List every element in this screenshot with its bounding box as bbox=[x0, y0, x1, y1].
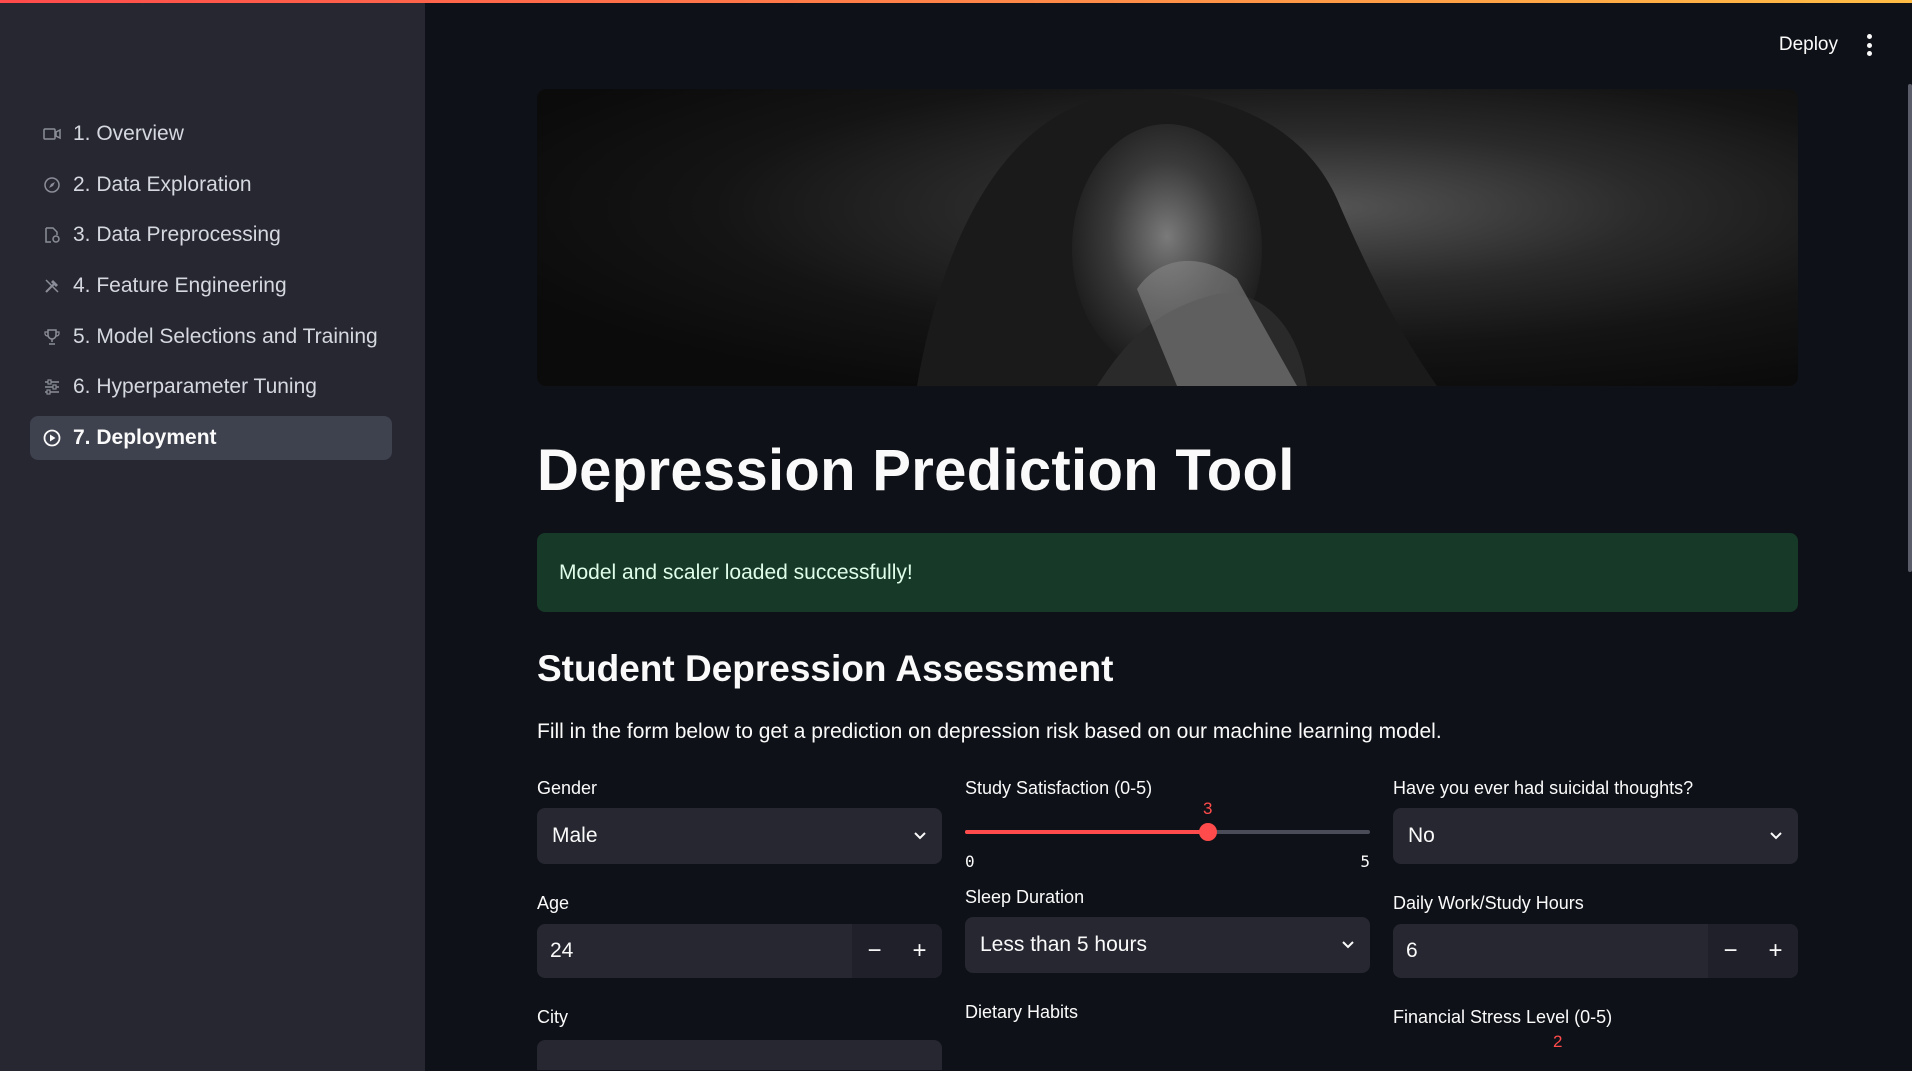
sleep-duration-label: Sleep Duration bbox=[965, 887, 1085, 907]
financial-stress-label: Financial Stress Level (0-5) bbox=[1393, 1007, 1613, 1027]
sidebar-item-label: 7. Deployment bbox=[73, 426, 217, 450]
gender-select[interactable]: Male bbox=[537, 808, 942, 864]
age-value[interactable]: 24 bbox=[537, 939, 852, 963]
page-title: Depression Prediction Tool bbox=[537, 438, 1295, 503]
sidebar-item-data-preprocessing[interactable]: 3. Data Preprocessing bbox=[30, 213, 392, 257]
decrement-button[interactable]: − bbox=[1708, 924, 1753, 978]
chevron-down-icon bbox=[914, 832, 926, 840]
success-alert: Model and scaler loaded successfully! bbox=[537, 533, 1798, 612]
sleep-duration-select[interactable]: Less than 5 hours bbox=[965, 917, 1370, 973]
section-subtitle: Student Depression Assessment bbox=[537, 648, 1114, 689]
city-select[interactable] bbox=[537, 1040, 942, 1070]
video-icon bbox=[42, 124, 62, 144]
sidebar-nav: 1. Overview 2. Data Exploration 3. Data … bbox=[30, 112, 392, 467]
form-column-3: Have you ever had suicidal thoughts? No … bbox=[1393, 778, 1798, 1052]
sidebar-item-deployment[interactable]: 7. Deployment bbox=[30, 416, 392, 461]
decrement-button[interactable]: − bbox=[852, 924, 897, 978]
preprocess-icon bbox=[42, 225, 62, 245]
hero-image bbox=[537, 89, 1798, 386]
sidebar-item-data-exploration[interactable]: 2. Data Exploration bbox=[30, 163, 392, 207]
increment-button[interactable]: + bbox=[1753, 924, 1798, 978]
slider-max-label: 5 bbox=[1360, 852, 1370, 871]
financial-stress-slider[interactable]: 2 bbox=[1393, 1032, 1798, 1052]
sidebar-item-label: 6. Hyperparameter Tuning bbox=[73, 375, 317, 399]
chevron-down-icon bbox=[1342, 941, 1354, 949]
age-label: Age bbox=[537, 893, 570, 913]
sidebar-item-label: 4. Feature Engineering bbox=[73, 274, 287, 298]
slider-current-value: 2 bbox=[1553, 1032, 1563, 1051]
sidebar-item-overview[interactable]: 1. Overview bbox=[30, 112, 392, 156]
increment-button[interactable]: + bbox=[897, 924, 942, 978]
sidebar: 1. Overview 2. Data Exploration 3. Data … bbox=[0, 0, 425, 1071]
tune-icon bbox=[42, 377, 62, 397]
slider-min-label: 0 bbox=[965, 852, 975, 871]
study-satisfaction-slider[interactable]: 3 0 5 bbox=[965, 799, 1370, 871]
work-hours-label: Daily Work/Study Hours bbox=[1393, 893, 1584, 913]
trophy-icon bbox=[42, 327, 62, 347]
gender-label: Gender bbox=[537, 778, 598, 798]
deploy-icon bbox=[42, 428, 62, 448]
chevron-down-icon bbox=[1770, 832, 1782, 840]
more-options-icon[interactable] bbox=[1866, 34, 1872, 56]
sidebar-item-label: 5. Model Selections and Training bbox=[73, 324, 378, 348]
form-column-1: Gender Male Age 24 − + City bbox=[537, 778, 942, 1070]
deploy-button[interactable]: Deploy bbox=[1779, 34, 1838, 56]
study-satisfaction-label: Study Satisfaction (0-5) bbox=[965, 778, 1153, 798]
suicidal-thoughts-label: Have you ever had suicidal thoughts? bbox=[1393, 778, 1694, 798]
slider-fill bbox=[965, 830, 1208, 834]
suicidal-thoughts-select[interactable]: No bbox=[1393, 808, 1798, 864]
top-decoration-bar bbox=[0, 0, 1912, 3]
sidebar-item-label: 3. Data Preprocessing bbox=[73, 223, 281, 247]
suicidal-thoughts-value: No bbox=[1408, 824, 1435, 847]
work-hours-value[interactable]: 6 bbox=[1393, 939, 1708, 963]
gender-value: Male bbox=[552, 824, 598, 847]
sidebar-item-label: 2. Data Exploration bbox=[73, 172, 252, 196]
sidebar-item-model-selection[interactable]: 5. Model Selections and Training bbox=[30, 315, 392, 359]
page-scrollbar[interactable] bbox=[1908, 84, 1912, 572]
age-number-input[interactable]: 24 − + bbox=[537, 924, 942, 978]
city-label: City bbox=[537, 1007, 568, 1027]
form-column-2: Study Satisfaction (0-5) 3 0 5 Sleep Dur… bbox=[965, 778, 1370, 1023]
dietary-habits-label: Dietary Habits bbox=[965, 1002, 1079, 1022]
sidebar-item-feature-engineering[interactable]: 4. Feature Engineering bbox=[30, 264, 392, 308]
header-actions: Deploy bbox=[1779, 34, 1872, 56]
section-description: Fill in the form below to get a predicti… bbox=[537, 720, 1442, 743]
sidebar-item-hyperparameter-tuning[interactable]: 6. Hyperparameter Tuning bbox=[30, 365, 392, 409]
explore-icon bbox=[42, 175, 62, 195]
sleep-duration-value: Less than 5 hours bbox=[980, 933, 1147, 956]
tools-icon bbox=[42, 276, 62, 296]
slider-current-value: 3 bbox=[1203, 799, 1213, 818]
slider-thumb[interactable] bbox=[1199, 823, 1217, 841]
work-hours-number-input[interactable]: 6 − + bbox=[1393, 924, 1798, 978]
sidebar-item-label: 1. Overview bbox=[73, 122, 184, 145]
